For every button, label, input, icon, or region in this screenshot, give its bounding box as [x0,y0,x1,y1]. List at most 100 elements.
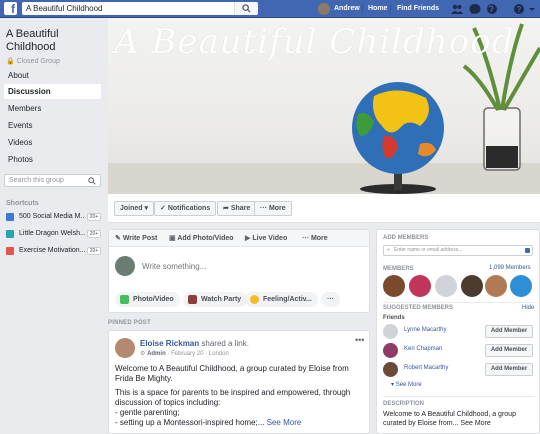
tab-live-video-label: Live Video [252,235,288,242]
plus-icon: + [387,247,390,253]
see-more-suggestions-link[interactable]: ▾ See More [391,381,422,388]
notifications-label: Notifications [167,205,211,212]
post-location[interactable]: London [209,351,229,357]
tab-add-photo-video[interactable]: ▣ Add Photo/Video [169,230,234,247]
add-member-button[interactable]: Add Member [485,344,533,357]
add-members-heading: ADD MEMBERS [383,235,429,241]
nav-photos[interactable]: Photos [4,152,101,167]
svg-text:?: ? [517,5,522,14]
add-member-button[interactable]: Add Member [485,363,533,376]
tab-live-video[interactable]: ▶ Live Video [245,230,287,247]
group-title[interactable]: A Beautiful Childhood [6,28,101,54]
tab-more[interactable]: ⋯ More [302,230,328,247]
search-icon [88,177,96,185]
separator: · [167,351,170,357]
pinned-post-heading: PINNED POST [108,320,151,326]
messenger-icon[interactable] [469,3,481,15]
more-label: More [268,205,286,212]
suggested-member-name[interactable]: Robert Macarthy [404,365,448,371]
post-meta: ⚙ Admin · February 20 · London [140,350,229,357]
facebook-logo-icon[interactable]: f [4,2,17,15]
watch-party-label: Watch Party [201,296,242,303]
add-member-input[interactable]: + Enter name or email address... [383,245,533,256]
ellipsis-icon: ⋯ [302,235,309,242]
divider [383,302,535,303]
avatar[interactable] [383,362,398,377]
post-date[interactable]: February 20 [171,351,203,357]
group-search-placeholder: Search this group [9,177,64,184]
shortcut-item[interactable]: Exercise Motivation... 20+ [6,245,101,257]
post-action-text: shared a link. [201,339,249,348]
group-privacy-label: Closed Group [16,58,60,65]
composer-tabs: ✎ Write Post ▣ Add Photo/Video ▶ Live Vi… [109,230,369,247]
post-author-link[interactable]: Eloise Rickman [140,339,199,348]
watch-party-button[interactable]: Watch Party [183,292,248,307]
home-link[interactable]: Home [368,0,387,18]
more-button[interactable]: ··· More [254,201,292,216]
video-camera-icon: ▶ [245,235,251,242]
friend-requests-icon[interactable] [451,3,463,15]
divider [362,4,363,14]
add-member-button[interactable]: Add Member [485,325,533,338]
member-avatar[interactable] [510,275,532,297]
hide-suggestions-link[interactable]: Hide [522,305,534,311]
share-button[interactable]: ➦ Share [217,201,257,216]
tab-write-post[interactable]: ✎ Write Post [115,230,157,247]
nav-discussion[interactable]: Discussion [4,84,101,99]
group-privacy: 🔒 Closed Group [6,57,60,65]
tab-more-label: More [310,235,328,242]
ellipsis-icon: ··· [327,296,334,303]
member-avatar[interactable] [409,275,431,297]
lock-icon: 🔒 [6,58,15,65]
share-icon: ➦ [223,205,229,212]
shortcut-count-badge: 20+ [87,213,101,221]
post-paragraph: - setting up a Montessori-inspired home;… [115,418,265,427]
see-more-link[interactable]: See More [267,418,302,427]
search-input[interactable] [22,2,258,15]
member-avatar[interactable] [461,275,483,297]
avatar [115,256,135,276]
composer-more-button[interactable]: ··· [321,292,340,307]
nav-events[interactable]: Events [4,118,101,133]
shortcut-count-badge: 20+ [87,230,101,238]
avatar[interactable] [115,338,135,358]
left-sidebar: A Beautiful Childhood 🔒 Closed Group Abo… [0,18,107,434]
post-options-ellipsis-icon[interactable]: ••• [355,335,364,345]
group-search-input[interactable]: Search this group [4,174,101,187]
nav-members[interactable]: Members [4,101,101,116]
nav-about[interactable]: About [4,68,101,83]
suggested-member-name[interactable]: Lynne Macarthy [404,327,446,333]
right-sidebar-card: ADD MEMBERS + Enter name or email addres… [376,229,540,434]
members-count-link[interactable]: 1,099 Members [489,265,531,271]
notifications-globe-icon[interactable] [486,3,498,15]
find-friends-link[interactable]: Find Friends [397,0,439,18]
watch-party-icon [188,295,197,304]
avatar[interactable] [383,324,398,339]
write-something-input[interactable] [142,262,342,271]
search-button[interactable] [234,2,258,15]
cover-photo[interactable]: A Beautiful Childhood [108,18,540,194]
suggested-member-name[interactable]: Ken Chapman [404,346,442,352]
member-avatar[interactable] [485,275,507,297]
see-more-label: See More [395,382,422,388]
member-avatar[interactable] [435,275,457,297]
joined-button[interactable]: Joined ▾ [114,201,155,216]
help-icon[interactable]: ? [513,3,525,15]
profile-link[interactable]: Andrew [334,0,360,18]
feeling-activity-button[interactable]: Feeling/Activ... [245,292,318,307]
nav-videos[interactable]: Videos [4,135,101,150]
shortcut-item[interactable]: Little Dragon Welsh... 20+ [6,228,101,240]
notifications-button[interactable]: ✓ Notifications [154,201,217,216]
tab-write-post-label: Write Post [122,235,158,242]
feeling-activity-label: Feeling/Activ... [263,296,312,303]
avatar[interactable] [383,343,398,358]
photo-video-button[interactable]: Photo/Video [115,292,180,307]
account-menu-chevron-down-icon[interactable] [528,3,536,15]
shortcut-item[interactable]: 500 Social Media M... 20+ [6,211,101,223]
suggested-member-row: Lynne Macarthy Add Member [383,323,535,341]
member-avatar[interactable] [383,275,405,297]
post-paragraph: - gentle parenting; [115,408,180,417]
group-icon [6,213,14,221]
separator: · [205,351,208,357]
user-avatar[interactable] [318,3,330,15]
